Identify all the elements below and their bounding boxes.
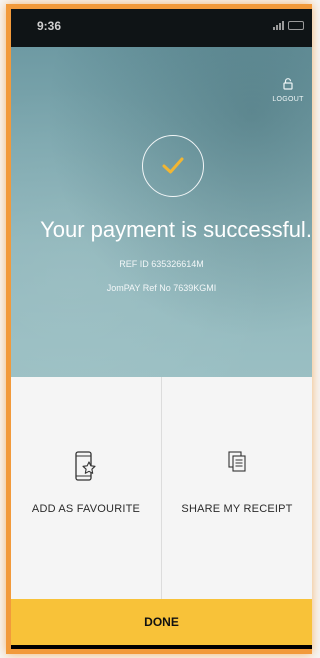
logout-button[interactable]: LOGOUT bbox=[270, 77, 306, 103]
add-as-favourite-button[interactable]: ADD AS FAVOURITE bbox=[11, 377, 161, 599]
phone-screen: 9:36 LOGOUT Your payment is successful. bbox=[6, 4, 312, 654]
signal-icon bbox=[273, 21, 284, 30]
lock-icon bbox=[283, 77, 293, 94]
home-bar bbox=[11, 645, 312, 652]
status-icons bbox=[273, 21, 304, 30]
action-panel: ADD AS FAVOURITE SHARE MY RECEIPT bbox=[11, 377, 312, 599]
ref-id: REF ID 635326614M bbox=[119, 259, 204, 269]
status-time: 9:36 bbox=[37, 19, 62, 33]
battery-icon bbox=[288, 21, 304, 30]
home-indicator[interactable] bbox=[123, 649, 213, 652]
add-as-favourite-label: ADD AS FAVOURITE bbox=[31, 503, 141, 515]
success-circle bbox=[142, 135, 204, 197]
share-my-receipt-button[interactable]: SHARE MY RECEIPT bbox=[161, 377, 312, 599]
share-my-receipt-label: SHARE MY RECEIPT bbox=[181, 503, 293, 515]
payment-success-hero: LOGOUT Your payment is successful. REF I… bbox=[11, 47, 312, 377]
receipt-icon bbox=[227, 451, 247, 478]
phone-star-icon bbox=[74, 451, 98, 488]
payment-success-title: Your payment is successful. bbox=[40, 217, 312, 242]
jompay-ref: JomPAY Ref No 7639KGMI bbox=[106, 283, 217, 293]
done-button[interactable]: DONE bbox=[11, 599, 312, 645]
status-bar: 9:36 bbox=[11, 9, 312, 47]
logout-label: LOGOUT bbox=[272, 96, 304, 103]
checkmark-icon bbox=[162, 157, 184, 174]
